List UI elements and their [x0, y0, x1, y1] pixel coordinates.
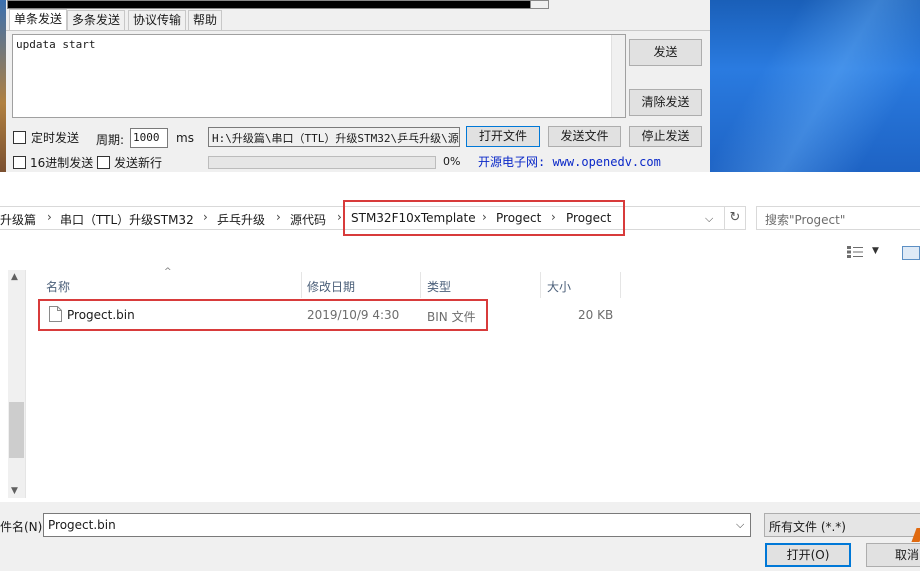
site-link[interactable]: 开源电子网: www.openedv.com — [478, 153, 661, 170]
file-type-filter[interactable]: 所有文件 (*.*) — [764, 513, 920, 537]
refresh-icon[interactable]: ↻ — [724, 206, 746, 230]
tab-multi-send[interactable]: 多条发送 — [67, 10, 126, 30]
send-newline-label: 发送新行 — [114, 156, 163, 170]
preview-pane-icon[interactable] — [902, 246, 920, 260]
send-progress-bar — [208, 156, 436, 169]
desktop-background — [710, 0, 920, 172]
send-textarea[interactable]: updata start — [12, 34, 626, 118]
filename-input[interactable]: Progect.bin — [43, 513, 751, 537]
file-size: 20 KB — [578, 308, 614, 322]
period-label: 周期: — [96, 133, 125, 147]
view-mode-icon[interactable] — [847, 246, 863, 258]
chevron-right-icon: › — [203, 210, 208, 224]
hex-send-checkbox[interactable] — [13, 156, 26, 169]
chevron-right-icon: › — [337, 210, 342, 224]
chevron-down-icon[interactable]: ⌵ — [736, 518, 744, 532]
send-newline-checkbox[interactable] — [97, 156, 110, 169]
tab-single-send[interactable]: 单条发送 — [9, 9, 68, 31]
chevron-right-icon: › — [47, 210, 52, 224]
clear-send-button[interactable]: 清除发送 — [629, 89, 702, 116]
breadcrumb-pingpong[interactable]: 乒乓升级 — [217, 211, 265, 228]
send-button[interactable]: 发送 — [629, 39, 702, 66]
view-dropdown-icon[interactable]: ▼ — [872, 246, 879, 256]
breadcrumb-upgrade[interactable]: 升级篇 — [0, 211, 36, 228]
breadcrumb-source[interactable]: 源代码 — [290, 211, 326, 228]
filename-label: 件名(N): — [0, 520, 47, 534]
file-row-highlight — [38, 299, 488, 331]
column-header-type[interactable]: 类型 — [421, 272, 541, 298]
search-input[interactable]: 搜索"Progect" — [756, 206, 920, 230]
timed-send-checkbox[interactable] — [13, 131, 26, 144]
period-unit: ms — [176, 131, 194, 145]
tabs-divider — [6, 30, 710, 31]
cancel-button[interactable]: 取消 — [866, 543, 920, 567]
nav-pane-scrollbar[interactable]: ▲ ▼ — [8, 270, 25, 498]
open-button[interactable]: 打开(O) — [765, 543, 851, 567]
stop-send-button[interactable]: 停止发送 — [629, 126, 702, 147]
hex-send-label: 16进制发送 — [30, 156, 94, 170]
open-file-button[interactable]: 打开文件 — [466, 126, 540, 147]
scroll-up-icon[interactable]: ▲ — [11, 272, 18, 282]
scroll-down-icon[interactable]: ▼ — [11, 486, 18, 496]
open-file-dialog: 升级篇 › 串口（TTL）升级STM32 › 乒乓升级 › 源代码 › STM3… — [0, 172, 920, 571]
progress-percent: 0% — [443, 155, 461, 168]
breadcrumb-serial-upgrade[interactable]: 串口（TTL）升级STM32 — [60, 211, 194, 228]
column-separator[interactable] — [620, 272, 621, 298]
chevron-down-icon[interactable]: ⌵ — [705, 212, 713, 226]
column-header-name[interactable]: 名称 — [40, 272, 302, 298]
nav-pane-divider — [25, 270, 26, 498]
chevron-right-icon: › — [276, 210, 281, 224]
timed-send-label: 定时发送 — [31, 131, 80, 145]
receive-area-bottom — [7, 0, 549, 9]
file-path-field[interactable]: H:\升级篇\串口（TTL）升级STM32\乒乓升级\源 — [208, 127, 460, 147]
receive-scroll-stub[interactable] — [530, 0, 549, 9]
period-input[interactable]: 1000 — [130, 128, 168, 148]
column-header-size[interactable]: 大小 — [541, 272, 621, 298]
column-header-date[interactable]: 修改日期 — [301, 272, 421, 298]
desktop-left-strip — [0, 0, 6, 172]
serial-tool-window: 单条发送 多条发送 协议传输 帮助 updata start 发送 清除发送 定… — [0, 0, 710, 172]
send-file-button[interactable]: 发送文件 — [548, 126, 621, 147]
tab-protocol[interactable]: 协议传输 — [128, 10, 187, 30]
send-text-content: updata start — [16, 38, 96, 51]
scroll-thumb[interactable] — [9, 402, 24, 458]
breadcrumb-highlight — [343, 200, 625, 236]
tab-help[interactable]: 帮助 — [188, 10, 223, 30]
send-textarea-scrollbar[interactable] — [611, 35, 625, 117]
